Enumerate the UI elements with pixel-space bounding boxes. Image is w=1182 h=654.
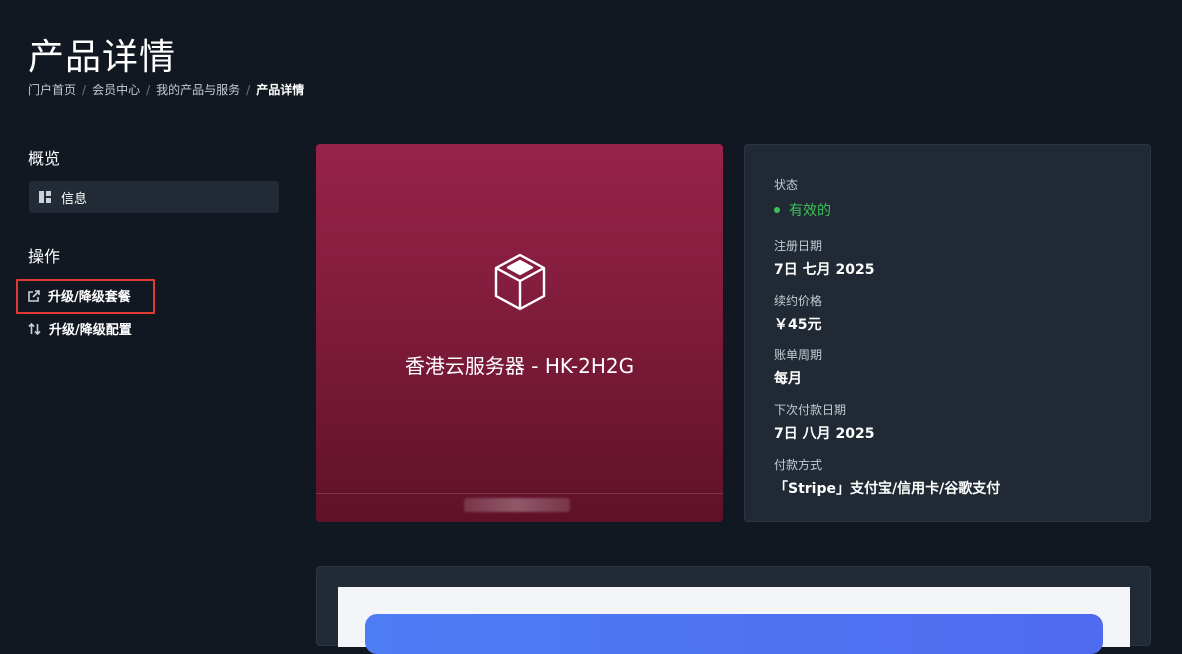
action-upgrade-package[interactable]: 升级/降级套餐 xyxy=(28,286,131,305)
bottom-banner xyxy=(365,614,1103,654)
card-divider xyxy=(316,493,723,494)
status-dot-icon xyxy=(774,207,780,213)
action-label: 升级/降级套餐 xyxy=(48,290,131,305)
reg-date-label: 注册日期 xyxy=(774,239,823,253)
action-upgrade-config[interactable]: 升级/降级配置 xyxy=(28,319,132,338)
breadcrumb-separator: / xyxy=(246,82,251,97)
breadcrumb-link-home[interactable]: 门户首页 xyxy=(28,81,76,98)
swap-vertical-icon xyxy=(28,322,41,335)
external-link-icon xyxy=(28,289,40,302)
cube-icon xyxy=(493,252,547,316)
billing-cycle-value: 每月 xyxy=(774,371,802,387)
payment-method-label: 付款方式 xyxy=(774,458,823,472)
action-label: 升级/降级配置 xyxy=(49,323,132,338)
breadcrumb-current: 产品详情 xyxy=(256,83,305,97)
sidebar-item-info[interactable]: 信息 xyxy=(29,181,279,213)
reg-date-value: 7日 七月 2025 xyxy=(774,262,875,278)
next-due-value: 7日 八月 2025 xyxy=(774,426,875,442)
sidebar-heading-overview: 概览 xyxy=(28,149,61,168)
next-due-label: 下次付款日期 xyxy=(774,403,847,417)
breadcrumb-link-member-center[interactable]: 会员中心 xyxy=(92,81,140,98)
blurred-hostname xyxy=(464,498,570,512)
status-value: 有效的 xyxy=(789,203,831,219)
status-label: 状态 xyxy=(774,178,799,192)
renew-price-label: 续约价格 xyxy=(774,294,823,308)
billing-cycle-label: 账单周期 xyxy=(774,348,823,362)
product-card: 香港云服务器 - HK-2H2G xyxy=(316,144,723,522)
renew-price-value: ￥45元 xyxy=(774,317,822,333)
breadcrumb-separator: / xyxy=(146,82,151,97)
sidebar-item-label: 信息 xyxy=(61,191,88,207)
sidebar-heading-actions: 操作 xyxy=(28,247,61,266)
status-badge: 有效的 xyxy=(774,200,831,220)
dashboard-icon xyxy=(39,191,51,203)
product-name: 香港云服务器 - HK-2H2G xyxy=(404,354,635,378)
page-title: 产品详情 xyxy=(28,37,177,78)
breadcrumb-link-my-services[interactable]: 我的产品与服务 xyxy=(156,81,240,98)
product-info-card: 状态 有效的 注册日期 7日 七月 2025 续约价格 ￥45元 账单周期 每月… xyxy=(744,144,1151,522)
breadcrumb: 门户首页 / 会员中心 / 我的产品与服务 / 产品详情 xyxy=(28,81,304,98)
payment-method-value: 「Stripe」支付宝/信用卡/谷歌支付 xyxy=(774,481,1001,497)
breadcrumb-separator: / xyxy=(82,82,87,97)
